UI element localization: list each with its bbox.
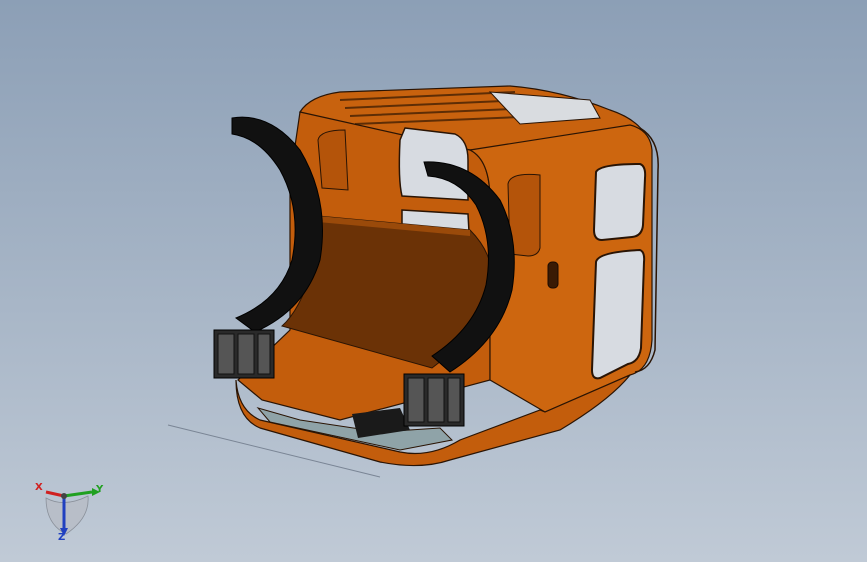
step-right	[403, 373, 465, 427]
front-window-upper	[592, 162, 647, 242]
side-panel-left	[317, 129, 349, 191]
orientation-triad[interactable]: X Y Z	[30, 478, 110, 548]
cad-viewport[interactable]: X Y Z	[0, 0, 867, 562]
triad-y-label: Y	[96, 484, 104, 495]
door-handle	[547, 261, 559, 289]
triad-x-label: X	[35, 482, 43, 493]
front-window-lower	[590, 248, 646, 380]
step-left	[213, 329, 275, 379]
triad-z-label: Z	[58, 532, 66, 543]
cab-3d-model[interactable]	[0, 0, 867, 562]
